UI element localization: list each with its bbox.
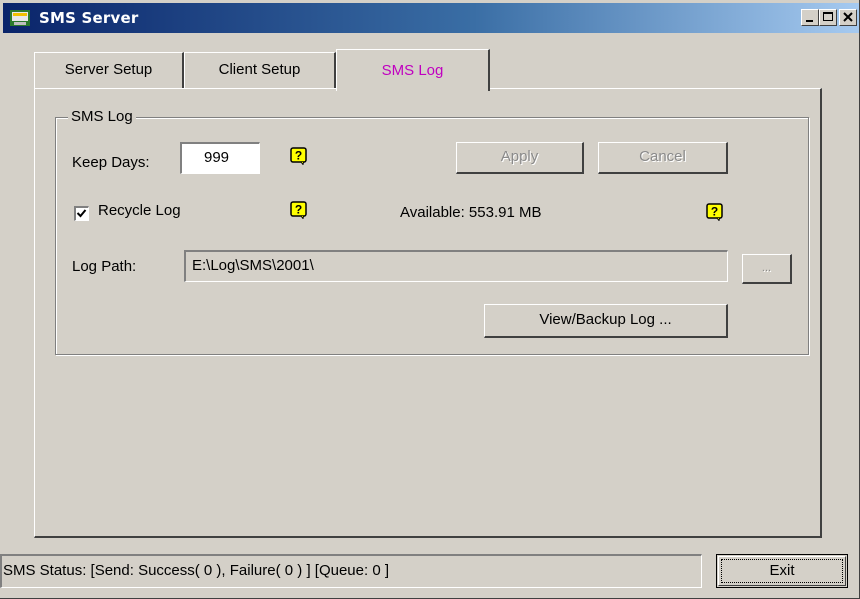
window-title: SMS Server [39,9,139,27]
tab-server-setup[interactable]: Server Setup [34,52,184,88]
recycle-log-checkbox[interactable] [74,206,89,221]
svg-text:?: ? [295,203,302,217]
view-backup-log-button[interactable]: View/Backup Log ... [484,304,728,338]
sms-log-group: SMS Log Keep Days: 999 ? Apply Cancel Re… [55,108,809,355]
status-text: SMS Status: [Send: Success( 0 ), Failure… [3,562,389,579]
title-bar[interactable]: SMS Server [3,3,859,33]
help-icon[interactable]: ? [290,147,308,165]
log-path-input[interactable]: E:\Log\SMS\2001\ [184,250,728,282]
help-icon[interactable]: ? [706,203,724,221]
help-icon[interactable]: ? [290,201,308,219]
browse-button[interactable]: ... [742,254,792,284]
tab-label: SMS Log [381,62,444,79]
app-icon [10,10,30,26]
tab-label: Client Setup [218,61,301,78]
app-window: SMS Server Server Setup Client Setup SMS… [0,0,860,599]
tab-sms-log[interactable]: SMS Log [336,49,490,91]
available-space-label: Available: 553.91 MB [400,204,542,221]
minimize-icon [806,20,813,22]
group-title: SMS Log [68,108,136,125]
log-path-label: Log Path: [72,258,137,275]
minimize-button[interactable] [801,9,819,26]
tab-client-setup[interactable]: Client Setup [184,52,336,88]
exit-button[interactable]: Exit [716,554,848,588]
tab-panel: SMS Log Keep Days: 999 ? Apply Cancel Re… [34,88,822,538]
tab-label: Server Setup [64,61,153,78]
status-bar: SMS Status: [Send: Success( 0 ), Failure… [0,554,702,588]
cancel-button[interactable]: Cancel [598,142,728,174]
maximize-icon [823,12,833,21]
keep-days-label: Keep Days: [72,154,150,171]
exit-button-label: Exit [721,559,843,583]
close-button[interactable] [839,9,857,26]
close-icon [843,12,853,22]
svg-text:?: ? [295,149,302,163]
keep-days-input[interactable]: 999 [180,142,260,174]
svg-text:?: ? [711,205,718,219]
checkmark-icon [76,209,87,218]
apply-button[interactable]: Apply [456,142,584,174]
maximize-button[interactable] [819,9,837,26]
recycle-log-label: Recycle Log [98,202,181,219]
